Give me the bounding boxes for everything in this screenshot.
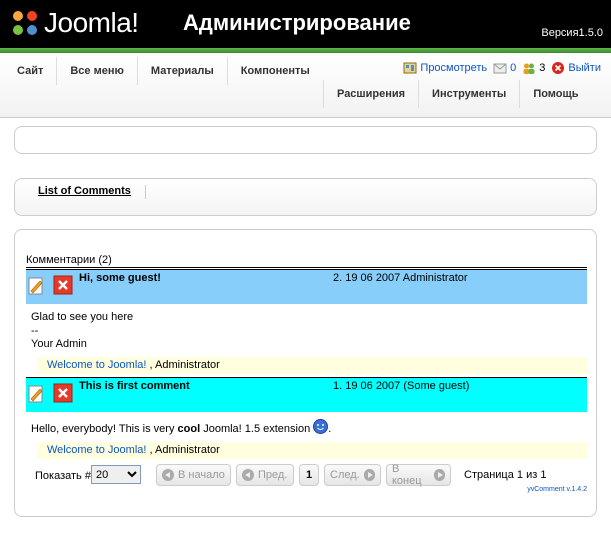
article-link[interactable]: Welcome to Joomla! (47, 444, 146, 456)
arrow-right-icon (433, 469, 445, 481)
arrow-right-icon (363, 469, 375, 481)
comment-header: Hi, some guest! 2. 19 06 2007 Administra… (26, 269, 587, 304)
users-status: 3 (522, 61, 545, 75)
menu-bottom-row: Расширения Инструменты Помощь (323, 80, 592, 108)
messages-count: 0 (510, 62, 517, 74)
menu-bar: Сайт Все меню Материалы Компоненты Расши… (0, 53, 611, 118)
comment-text: Joomla! 1.5 extension (200, 423, 314, 435)
edit-icon[interactable] (28, 384, 44, 404)
limit-select[interactable]: 20 (91, 465, 141, 484)
menu-all-menus[interactable]: Все меню (57, 57, 138, 85)
comment-meta: 2. 19 06 2007 Administrator (333, 272, 468, 284)
preview-icon (403, 62, 417, 74)
menu-tools[interactable]: Инструменты (419, 80, 521, 108)
menu-extensions[interactable]: Расширения (324, 80, 420, 108)
comment-title: Hi, some guest! (79, 272, 161, 284)
toolbar-panel (14, 126, 597, 154)
page-next-button[interactable]: След. (324, 464, 381, 486)
comments-heading: Комментарии (2) (26, 254, 587, 268)
comment-footer-author: , Administrator (149, 359, 220, 371)
comment-footer-author: , Administrator (149, 444, 220, 456)
comment-body: Hello, everybody! This is very cool Joom… (31, 419, 332, 437)
page-current: 1 (299, 464, 319, 486)
menu-top-row: Сайт Все меню Материалы Компоненты (4, 57, 323, 85)
menu-content[interactable]: Материалы (138, 57, 228, 85)
joomla-logo: Joomla! (10, 6, 139, 40)
joomla-logo-icon (13, 11, 37, 35)
menu-site[interactable]: Сайт (4, 57, 58, 85)
submenu-list-of-comments[interactable]: List of Comments (38, 185, 146, 199)
comment-title: This is first comment (79, 380, 190, 392)
page-start-label: В начало (178, 469, 225, 481)
logo-text: Joomla! (44, 7, 139, 38)
version-label: Версия1.5.0 (541, 27, 603, 39)
main-content-panel: Комментарии (2) Hi, some guest! 2. 19 06… (14, 229, 597, 517)
page-prev-button[interactable]: Пред. (236, 464, 294, 486)
page-current-label: 1 (305, 469, 313, 481)
page-title: Администрирование (183, 10, 411, 35)
status-bar: Просмотреть 0 3 Выйти (403, 61, 601, 75)
arrow-left-icon (242, 469, 254, 481)
page-end-label: В конец (392, 463, 422, 487)
envelope-icon (493, 63, 507, 74)
preview-link[interactable]: Просмотреть (403, 61, 487, 75)
limit-label: Показать # (35, 470, 91, 482)
submenu-panel: List of Comments (14, 178, 597, 216)
pagination: Показать # 20 В начало Пред. 1 След. В к… (15, 462, 598, 493)
comment-text-bold: cool (177, 423, 201, 435)
menu-components[interactable]: Компоненты (228, 57, 323, 85)
comment-text: . (328, 423, 332, 435)
comment-body: Glad to see you here -- Your Admin (31, 311, 134, 350)
article-link[interactable]: Welcome to Joomla! (47, 359, 146, 371)
page-end-button[interactable]: В конец (386, 463, 451, 487)
page-start-button[interactable]: В начало (156, 464, 231, 486)
comment-footer: Welcome to Joomla! , Administrator (37, 442, 587, 459)
comment-text: Hello, everybody! This is very (31, 423, 178, 435)
logout-link[interactable]: Выйти (551, 61, 601, 75)
users-icon (523, 63, 535, 74)
header: Joomla! Администрирование Версия1.5.0 (0, 0, 611, 48)
arrow-left-icon (162, 469, 174, 481)
users-count: 3 (539, 62, 546, 74)
delete-icon[interactable] (53, 383, 73, 403)
messages-status[interactable]: 0 (493, 61, 516, 75)
page-prev-label: Пред. (258, 469, 288, 481)
page-info: Страница 1 из 1 (464, 469, 547, 481)
logout-label: Выйти (568, 62, 601, 74)
delete-icon[interactable] (53, 275, 73, 295)
comment-header: This is first comment 1. 19 06 2007 (Som… (26, 377, 587, 412)
logout-icon (552, 62, 565, 74)
preview-label: Просмотреть (420, 62, 488, 74)
credit-link[interactable]: yvComment v.1.4.2 (527, 486, 587, 493)
smiley-icon (313, 419, 329, 435)
edit-icon[interactable] (28, 276, 44, 296)
comment-meta: 1. 19 06 2007 (Some guest) (333, 380, 470, 392)
menu-help[interactable]: Помощь (520, 80, 591, 108)
comment-footer: Welcome to Joomla! , Administrator (37, 357, 587, 374)
page-next-label: След. (330, 469, 360, 481)
